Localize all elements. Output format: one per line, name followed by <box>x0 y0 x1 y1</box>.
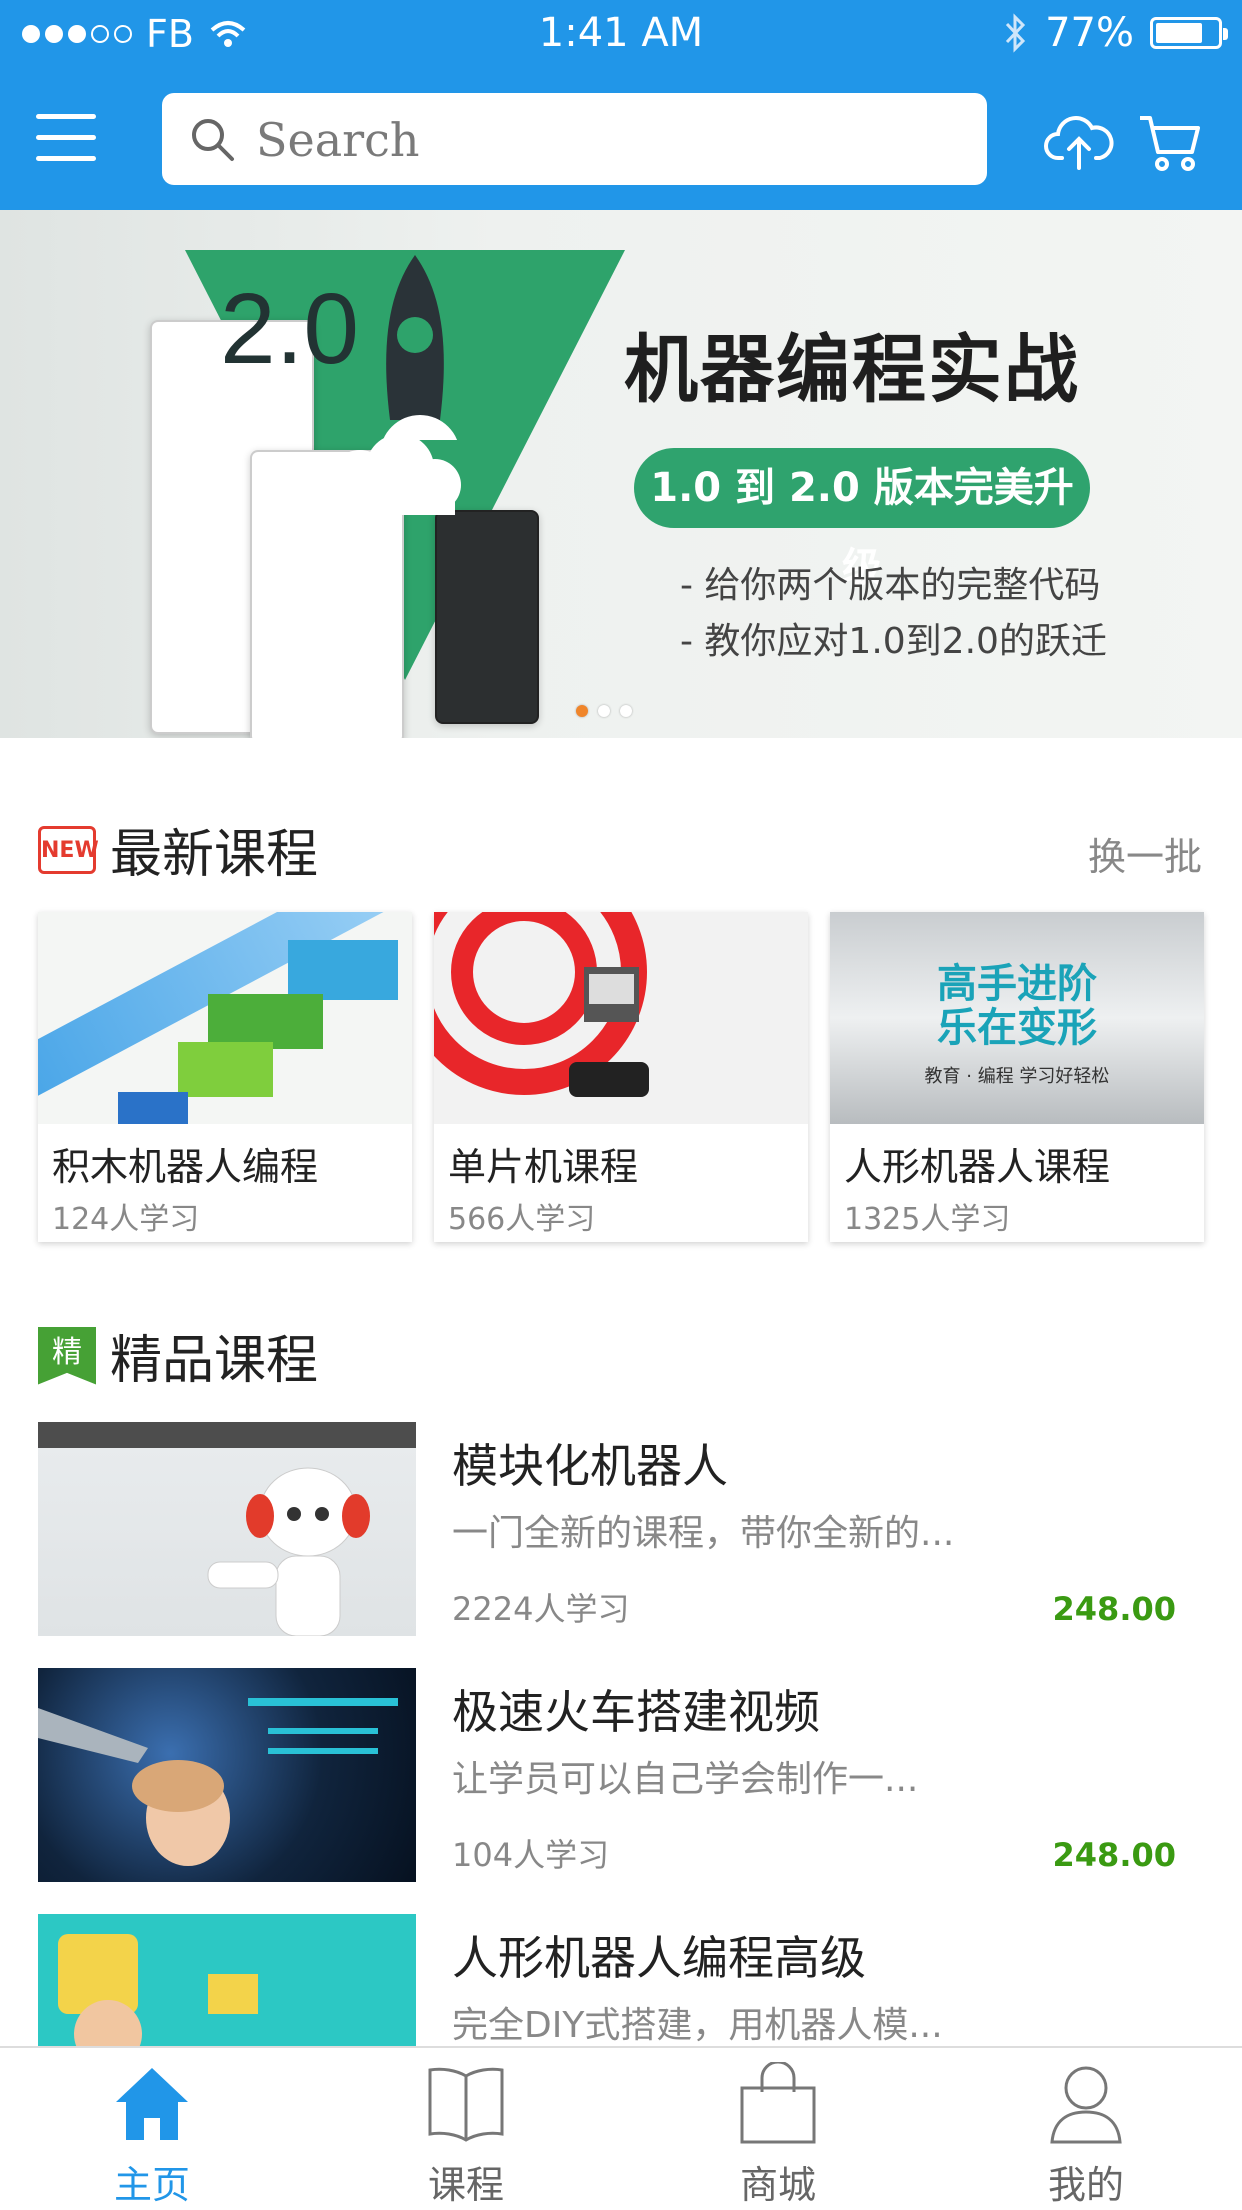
tab-mall[interactable]: 商城 <box>678 2048 878 2208</box>
banner-bullet: - 教你应对1.0到2.0的跃迁 <box>680 621 1107 662</box>
tab-courses[interactable]: 课程 <box>366 2048 566 2208</box>
new-courses-header: NEW 最新课程 <box>38 812 318 887</box>
refresh-button[interactable]: 换一批 <box>1088 826 1202 881</box>
banner-bullet: - 给你两个版本的完整代码 <box>680 565 1101 606</box>
app-header: FB 1:41 AM 77% <box>0 0 1242 210</box>
tab-label: 主页 <box>113 2163 190 2207</box>
course-description: 完全DIY式搭建，用机器人模... <box>452 2005 943 2046</box>
course-price: 248.00 <box>1052 1836 1176 1874</box>
tab-label: 课程 <box>427 2163 504 2207</box>
course-name: 积木机器人编程 <box>52 1145 319 1189</box>
search-icon <box>192 119 234 161</box>
cart-icon[interactable] <box>1136 106 1206 176</box>
course-card[interactable]: 高手进阶 乐在变形 教育 · 编程 学习好轻松 人形机器人课程 1325人学习 <box>830 912 1204 1242</box>
thumbnail-text: 乐在变形 <box>937 1005 1097 1051</box>
home-icon <box>116 2068 188 2140</box>
course-description: 让学员可以自己学会制作一... <box>452 1759 919 1800</box>
featured-courses-header: 精 精品课程 <box>38 1318 318 1393</box>
book-icon <box>428 2067 504 2142</box>
learner-count: 1325人学习 <box>844 1202 1011 1237</box>
promo-banner[interactable]: 2.0 机器编程实战 1.0 到 2.0 版本完美升级 - 给你两个版本的完整代… <box>0 210 1242 738</box>
course-title: 极速火车搭建视频 <box>452 1685 820 1739</box>
search-bar[interactable] <box>162 93 987 185</box>
cloud-upload-icon[interactable] <box>1044 106 1114 176</box>
thumbnail-text: 高手进阶 <box>937 961 1097 1007</box>
course-price: 248.00 <box>1052 1590 1176 1628</box>
new-badge-icon: NEW <box>38 825 99 874</box>
user-icon <box>1050 2066 1122 2144</box>
tab-home[interactable]: 主页 <box>52 2048 252 2208</box>
bottom-tab-bar: 主页 课程 商城 我的 <box>0 2046 1242 2210</box>
carousel-indicator[interactable] <box>576 705 632 717</box>
tab-label: 我的 <box>1047 2163 1124 2207</box>
tab-label: 商城 <box>739 2163 816 2207</box>
course-title: 人形机器人编程高级 <box>452 1931 866 1985</box>
banner-version: 2.0 <box>220 273 360 385</box>
status-bar: FB 1:41 AM 77% <box>0 0 1242 68</box>
battery-icon <box>1150 17 1228 49</box>
course-name: 人形机器人课程 <box>844 1145 1111 1189</box>
banner-headline: 机器编程实战 <box>624 327 1080 413</box>
section-title: 最新课程 <box>110 825 319 885</box>
course-thumbnail <box>38 912 412 1124</box>
course-thumbnail <box>38 1422 416 1636</box>
learner-count: 566人学习 <box>448 1202 596 1237</box>
course-description: 一门全新的课程，带你全新的... <box>452 1513 955 1554</box>
featured-course-item[interactable]: 极速火车搭建视频 让学员可以自己学会制作一... 104人学习 248.00 <box>38 1668 1204 1884</box>
learner-count: 124人学习 <box>52 1202 200 1237</box>
thumbnail-subtext: 教育 · 编程 学习好轻松 <box>924 1066 1110 1087</box>
course-thumbnail <box>38 1668 416 1882</box>
search-input[interactable] <box>254 103 958 177</box>
course-card[interactable]: 积木机器人编程 124人学习 <box>38 912 412 1242</box>
banner-pill: 1.0 到 2.0 版本完美升级 <box>634 448 1090 591</box>
bluetooth-icon <box>1006 13 1026 53</box>
course-thumbnail: 高手进阶 乐在变形 教育 · 编程 学习好轻松 <box>830 912 1204 1124</box>
bag-icon <box>740 2062 816 2144</box>
featured-course-item[interactable]: 模块化机器人 一门全新的课程，带你全新的... 2224人学习 248.00 <box>38 1422 1204 1638</box>
menu-button[interactable] <box>36 110 98 166</box>
course-card[interactable]: 单片机课程 566人学习 <box>434 912 808 1242</box>
tab-mine[interactable]: 我的 <box>986 2048 1186 2208</box>
course-title: 模块化机器人 <box>452 1439 728 1493</box>
rocket-icon <box>382 255 458 440</box>
banner-phone-mockup <box>435 510 539 724</box>
course-thumbnail <box>434 912 808 1124</box>
section-title: 精品课程 <box>110 1331 319 1391</box>
learner-count: 2224人学习 <box>452 1590 630 1628</box>
learner-count: 104人学习 <box>452 1836 610 1874</box>
featured-badge-icon: 精 <box>38 1326 96 1385</box>
new-courses-row: 积木机器人编程 124人学习 单片机课程 566人学习 高手进阶 乐在变形 教育… <box>38 912 1204 1242</box>
battery-percent: 77% <box>1045 10 1134 56</box>
cloud-decoration <box>330 434 461 515</box>
course-name: 单片机课程 <box>448 1145 639 1189</box>
